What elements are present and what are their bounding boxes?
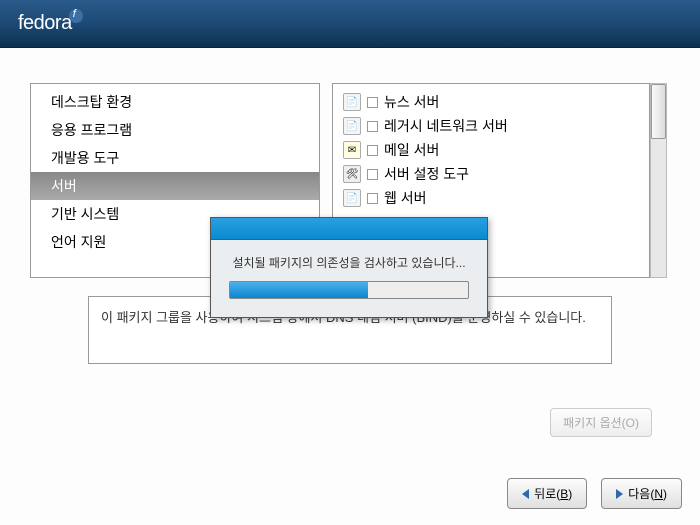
category-server[interactable]: 서버: [31, 172, 319, 200]
back-button[interactable]: 뒤로(B): [507, 478, 587, 509]
dialog-body: 설치될 패키지의 의존성을 검사하고 있습니다...: [211, 240, 487, 317]
document-icon: 📄: [343, 93, 361, 111]
pkg-label: 서버 설정 도구: [384, 164, 469, 184]
pkg-row-web[interactable]: 📄 웹 서버: [337, 186, 645, 210]
next-button[interactable]: 다음(N): [601, 478, 682, 509]
progress-dialog: 설치될 패키지의 의존성을 검사하고 있습니다...: [210, 217, 488, 318]
package-options-button: 패키지 옵션(O): [550, 408, 652, 437]
arrow-right-icon: [616, 489, 623, 499]
scrollbar[interactable]: [650, 83, 667, 278]
progress-fill: [230, 282, 368, 298]
pkg-label: 뉴스 서버: [384, 92, 439, 112]
category-dev-tools[interactable]: 개발용 도구: [31, 144, 319, 172]
pkg-label: 웹 서버: [384, 188, 427, 208]
logo-text: fedora: [18, 12, 72, 35]
category-applications[interactable]: 응용 프로그램: [31, 116, 319, 144]
category-desktop[interactable]: 데스크탑 환경: [31, 84, 319, 116]
pkg-row-mail[interactable]: ✉ 메일 서버: [337, 138, 645, 162]
arrow-left-icon: [522, 489, 529, 499]
checkbox[interactable]: [367, 97, 378, 108]
pkg-row-legacy[interactable]: 📄 레거시 네트워크 서버: [337, 114, 645, 138]
footer-nav: 뒤로(B) 다음(N): [507, 478, 682, 509]
scroll-thumb[interactable]: [651, 84, 666, 139]
document-icon: 📄: [343, 117, 361, 135]
pkg-row-config[interactable]: 🛠 서버 설정 도구: [337, 162, 645, 186]
pkg-row-news[interactable]: 📄 뉴스 서버: [337, 90, 645, 114]
pkg-label: 레거시 네트워크 서버: [384, 116, 508, 136]
progress-message: 설치될 패키지의 의존성을 검사하고 있습니다...: [229, 254, 469, 271]
fedora-logo-icon: [69, 9, 83, 23]
checkbox[interactable]: [367, 193, 378, 204]
tools-icon: 🛠: [343, 165, 361, 183]
checkbox[interactable]: [367, 145, 378, 156]
pkg-label: 메일 서버: [384, 140, 439, 160]
dialog-titlebar[interactable]: [211, 218, 487, 240]
header-bar: fedora: [0, 0, 700, 48]
progress-bar: [229, 281, 469, 299]
checkbox[interactable]: [367, 121, 378, 132]
mail-icon: ✉: [343, 141, 361, 159]
document-icon: 📄: [343, 189, 361, 207]
checkbox[interactable]: [367, 169, 378, 180]
